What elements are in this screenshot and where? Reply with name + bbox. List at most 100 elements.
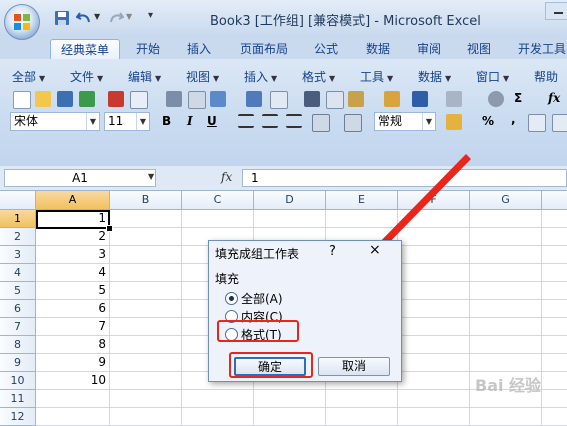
table-cell[interactable] — [110, 336, 182, 354]
currency-icon[interactable] — [446, 114, 462, 130]
menu-window[interactable]: 窗口 ▼ — [476, 68, 509, 85]
menu-file[interactable]: 文件 ▼ — [70, 68, 103, 85]
close-button[interactable]: × — [369, 242, 381, 258]
table-cell[interactable] — [542, 372, 567, 390]
row-header[interactable]: 7 — [0, 318, 36, 336]
table-cell[interactable]: 8 — [36, 336, 110, 354]
table-cell[interactable]: 7 — [36, 318, 110, 336]
undo-dropdown-icon[interactable]: ▼ — [94, 12, 100, 21]
column-header[interactable]: B — [110, 191, 182, 210]
table-cell[interactable] — [398, 264, 470, 282]
redo2-icon[interactable] — [446, 91, 462, 107]
column-header[interactable] — [542, 191, 567, 210]
align-right-icon[interactable] — [286, 114, 302, 128]
percent-button[interactable]: % — [482, 114, 494, 128]
hyperlink-icon[interactable] — [488, 91, 504, 107]
column-header[interactable]: D — [254, 191, 326, 210]
table-cell[interactable] — [110, 228, 182, 246]
tab-review[interactable]: 审阅 — [408, 39, 450, 59]
row-header[interactable]: 11 — [0, 390, 36, 408]
table-cell[interactable] — [110, 210, 182, 228]
formula-input[interactable]: 1 — [242, 169, 567, 187]
tab-developer[interactable]: 开发工具 — [510, 39, 567, 59]
table-cell[interactable] — [36, 390, 110, 408]
undo-icon[interactable] — [76, 10, 92, 26]
save-icon[interactable] — [54, 10, 70, 26]
table-cell[interactable] — [470, 318, 542, 336]
cut-icon[interactable] — [304, 91, 320, 107]
table-cell[interactable] — [470, 264, 542, 282]
mail-icon[interactable] — [130, 91, 148, 109]
open-icon[interactable] — [35, 91, 51, 107]
row-header[interactable]: 8 — [0, 336, 36, 354]
table-cell[interactable]: 3 — [36, 246, 110, 264]
research2-icon[interactable] — [270, 91, 288, 109]
decrease-decimal-icon[interactable] — [552, 114, 567, 132]
name-box-dropdown-icon[interactable]: ▼ — [148, 172, 154, 181]
table-cell[interactable] — [398, 318, 470, 336]
paste-icon[interactable] — [348, 91, 364, 107]
menu-insert[interactable]: 插入 ▼ — [244, 68, 277, 85]
row-header[interactable]: 2 — [0, 228, 36, 246]
new-icon[interactable] — [13, 91, 31, 109]
wrap-text-icon[interactable] — [344, 114, 362, 132]
table-cell[interactable] — [542, 210, 567, 228]
table-cell[interactable] — [470, 354, 542, 372]
column-header[interactable]: G — [470, 191, 542, 210]
row-header[interactable]: 10 — [0, 372, 36, 390]
table-cell[interactable] — [110, 390, 182, 408]
align-center-icon[interactable] — [262, 114, 278, 128]
column-header[interactable]: E — [326, 191, 398, 210]
comma-button[interactable]: , — [511, 112, 516, 126]
menu-format[interactable]: 格式 ▼ — [302, 68, 335, 85]
table-cell[interactable] — [182, 408, 254, 426]
table-cell[interactable] — [398, 372, 470, 390]
radio-button-icon[interactable] — [225, 292, 238, 305]
table-cell[interactable] — [110, 408, 182, 426]
customize-qa-icon[interactable]: ▾ — [148, 10, 153, 21]
research-icon[interactable] — [210, 91, 226, 107]
name-box[interactable]: A1 — [4, 169, 156, 187]
table-cell[interactable] — [542, 246, 567, 264]
table-cell[interactable] — [110, 282, 182, 300]
redo-dropdown-icon[interactable]: ▼ — [126, 12, 132, 21]
save-icon[interactable] — [57, 91, 73, 107]
office-button[interactable] — [4, 4, 40, 40]
table-cell[interactable] — [398, 228, 470, 246]
table-cell[interactable]: 2 — [36, 228, 110, 246]
table-cell[interactable] — [254, 408, 326, 426]
table-cell[interactable] — [110, 372, 182, 390]
copy-icon[interactable] — [326, 91, 344, 109]
align-left-icon[interactable] — [238, 114, 254, 128]
table-cell[interactable] — [470, 336, 542, 354]
table-cell[interactable] — [398, 390, 470, 408]
table-cell[interactable]: 6 — [36, 300, 110, 318]
cancel-button[interactable]: 取消 — [318, 357, 390, 376]
menu-tools[interactable]: 工具 ▼ — [360, 68, 393, 85]
table-cell[interactable] — [398, 210, 470, 228]
table-cell[interactable] — [542, 390, 567, 408]
table-cell[interactable]: 5 — [36, 282, 110, 300]
font-name-select[interactable]: 宋体 ▼ — [10, 112, 100, 131]
select-all-corner[interactable] — [0, 191, 36, 210]
italic-button[interactable]: I — [187, 114, 193, 128]
table-cell[interactable] — [542, 318, 567, 336]
excel-icon[interactable] — [79, 91, 95, 107]
table-cell[interactable] — [254, 210, 326, 228]
insert-function-icon[interactable]: fx — [548, 91, 560, 105]
table-cell[interactable]: 9 — [36, 354, 110, 372]
table-cell[interactable] — [182, 390, 254, 408]
column-header[interactable]: C — [182, 191, 254, 210]
table-cell[interactable] — [470, 408, 542, 426]
tab-data[interactable]: 数据 — [357, 39, 399, 59]
table-cell[interactable] — [398, 354, 470, 372]
format-painter-icon[interactable] — [384, 91, 400, 107]
table-cell[interactable] — [398, 336, 470, 354]
number-format-select[interactable]: 常规 ▼ — [374, 112, 436, 131]
row-header[interactable]: 3 — [0, 246, 36, 264]
print-preview-icon[interactable] — [188, 91, 206, 109]
table-cell[interactable] — [36, 408, 110, 426]
table-cell[interactable] — [542, 282, 567, 300]
table-cell[interactable] — [398, 246, 470, 264]
tab-classic-menu[interactable]: 经典菜单 — [50, 39, 120, 60]
